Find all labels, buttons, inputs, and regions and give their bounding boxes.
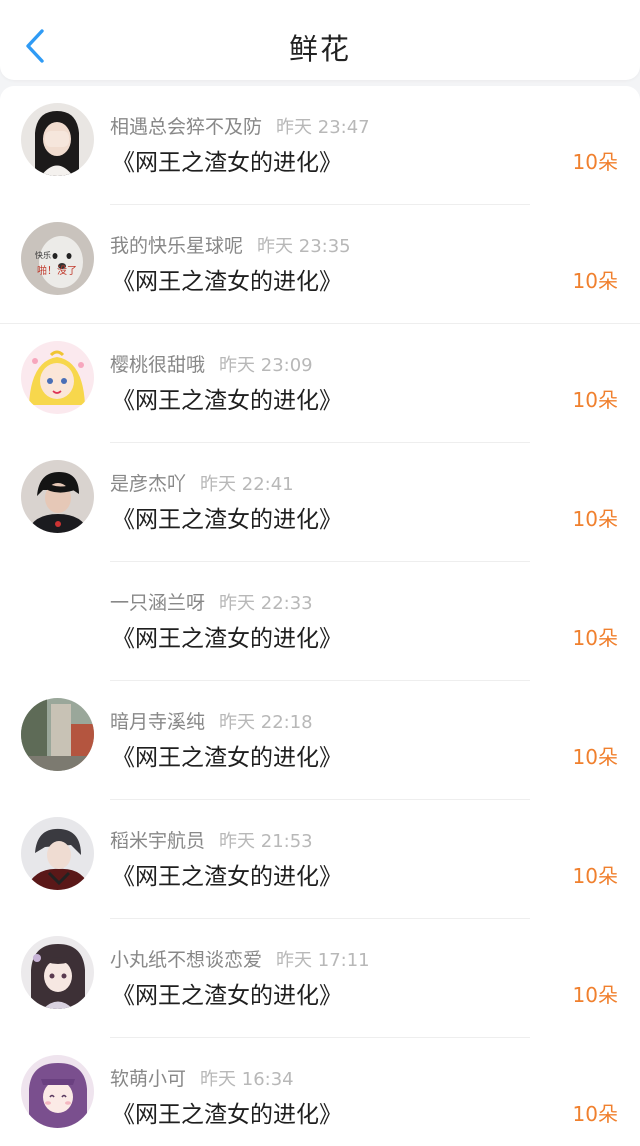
- avatar: 快乐 啪！没了: [21, 222, 94, 295]
- list-item[interactable]: 快乐 啪！没了 我的快乐星球呢 昨天 23:35 《网王之渣女的进化》 10朵: [0, 205, 640, 324]
- timestamp: 昨天 16:34: [200, 1069, 294, 1090]
- page-title: 鲜花: [288, 32, 351, 66]
- flower-count: 10朵: [572, 983, 618, 1007]
- avatar: [21, 460, 94, 533]
- user-name: 暗月寺溪纯: [110, 711, 206, 733]
- timestamp: 昨天 23:09: [219, 355, 313, 376]
- top-bar: 鲜花: [0, 0, 640, 80]
- timestamp: 昨天 23:35: [257, 236, 351, 257]
- book-title: 《网王之渣女的进化》: [112, 269, 342, 295]
- list-item[interactable]: 相遇总会猝不及防 昨天 23:47 《网王之渣女的进化》 10朵: [0, 86, 640, 205]
- timestamp: 昨天 21:53: [219, 831, 313, 852]
- flower-count: 10朵: [572, 507, 618, 531]
- avatar: [21, 103, 94, 176]
- user-name: 相遇总会猝不及防: [110, 116, 263, 138]
- list-item[interactable]: 稻米宇航员 昨天 21:53 《网王之渣女的进化》 10朵: [0, 800, 640, 919]
- book-title: 《网王之渣女的进化》: [112, 388, 342, 414]
- book-title: 《网王之渣女的进化》: [112, 745, 342, 771]
- flower-count: 10朵: [572, 745, 618, 769]
- avatar-caption-2: 啪！没了: [37, 264, 77, 277]
- avatar: [21, 1055, 94, 1128]
- user-name: 是彦杰吖: [110, 473, 187, 495]
- user-name: 稻米宇航员: [110, 830, 206, 852]
- avatar-caption-1: 快乐: [35, 250, 51, 260]
- flower-count: 10朵: [572, 269, 618, 293]
- book-title: 《网王之渣女的进化》: [112, 150, 342, 176]
- list-item[interactable]: 暗月寺溪纯 昨天 22:18 《网王之渣女的进化》 10朵: [0, 681, 640, 800]
- user-name: 我的快乐星球呢: [110, 235, 244, 257]
- list-item[interactable]: 一只涵兰呀 昨天 22:33 《网王之渣女的进化》 10朵: [0, 562, 640, 681]
- list-item[interactable]: 是彦杰吖 昨天 22:41 《网王之渣女的进化》 10朵: [0, 443, 640, 562]
- timestamp: 昨天 23:47: [276, 117, 370, 138]
- book-title: 《网王之渣女的进化》: [112, 1102, 342, 1128]
- avatar: [21, 579, 94, 652]
- avatar: [21, 817, 94, 890]
- flower-count: 10朵: [572, 150, 618, 174]
- flower-count: 10朵: [572, 388, 618, 412]
- book-title: 《网王之渣女的进化》: [112, 864, 342, 890]
- avatar: [21, 936, 94, 1009]
- flower-count: 10朵: [572, 1102, 618, 1126]
- flower-list: 相遇总会猝不及防 昨天 23:47 《网王之渣女的进化》 10朵 快乐 啪！没了 …: [0, 86, 640, 1146]
- flower-count: 10朵: [572, 864, 618, 888]
- avatar: [21, 341, 94, 414]
- flower-count: 10朵: [572, 626, 618, 650]
- user-name: 小丸纸不想谈恋爱: [110, 949, 263, 971]
- timestamp: 昨天 17:11: [276, 950, 370, 971]
- user-name: 软萌小可: [110, 1068, 187, 1090]
- timestamp: 昨天 22:33: [219, 593, 313, 614]
- timestamp: 昨天 22:18: [219, 712, 313, 733]
- avatar: [21, 698, 94, 771]
- list-item[interactable]: 软萌小可 昨天 16:34 《网王之渣女的进化》 10朵: [0, 1038, 640, 1146]
- timestamp: 昨天 22:41: [200, 474, 294, 495]
- book-title: 《网王之渣女的进化》: [112, 626, 342, 652]
- list-item[interactable]: 樱桃很甜哦 昨天 23:09 《网王之渣女的进化》 10朵: [0, 324, 640, 443]
- book-title: 《网王之渣女的进化》: [112, 507, 342, 533]
- book-title: 《网王之渣女的进化》: [112, 983, 342, 1009]
- user-name: 一只涵兰呀: [110, 592, 206, 614]
- list-item[interactable]: 小丸纸不想谈恋爱 昨天 17:11 《网王之渣女的进化》 10朵: [0, 919, 640, 1038]
- user-name: 樱桃很甜哦: [110, 354, 206, 376]
